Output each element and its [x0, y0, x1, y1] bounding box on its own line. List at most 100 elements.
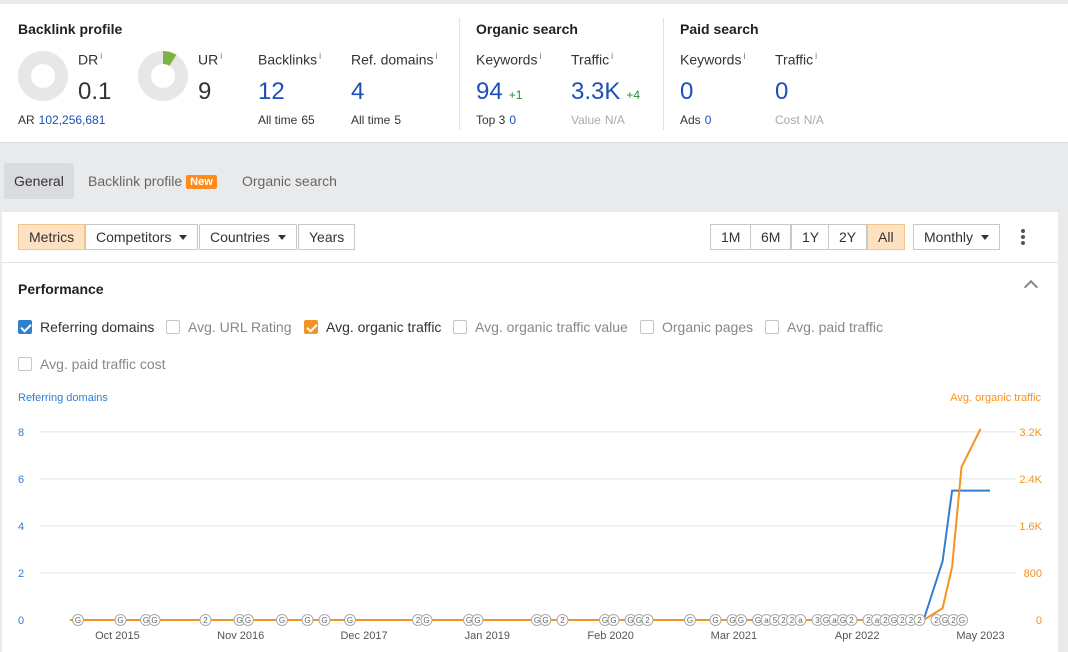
- organic-traffic-label[interactable]: Traffic i: [571, 51, 613, 68]
- right-tick-label: 3.2K: [1019, 427, 1042, 439]
- checkbox-avg-paid-traffic[interactable]: Avg. paid traffic: [765, 319, 883, 335]
- annotation-label: 2: [866, 616, 871, 625]
- range-6m-button[interactable]: 6M: [750, 224, 792, 250]
- divider: [459, 18, 460, 130]
- annotation-label: G: [321, 616, 327, 625]
- annotation-label: G: [738, 616, 744, 625]
- right-tick-label: 0: [1036, 615, 1042, 627]
- annotation-label: G: [474, 616, 480, 625]
- annotation-label: 2: [203, 616, 208, 625]
- annotation-label: G: [755, 616, 761, 625]
- checkbox-box[interactable]: [453, 320, 467, 334]
- tab-organic-search[interactable]: Organic search: [242, 163, 337, 199]
- annotation-label: G: [534, 616, 540, 625]
- checkbox-organic-pages[interactable]: Organic pages: [640, 319, 753, 335]
- backlinks-label[interactable]: Backlinks i: [258, 51, 321, 68]
- info-icon[interactable]: i: [743, 51, 745, 61]
- organic-traffic-value[interactable]: 3.3K +4: [571, 78, 640, 106]
- checkbox-avg-organic-traffic-value[interactable]: Avg. organic traffic value: [453, 319, 628, 335]
- paid-cost: Cost N/A: [775, 113, 824, 127]
- view-metrics-button[interactable]: Metrics: [18, 224, 86, 250]
- annotation-label: G: [823, 616, 829, 625]
- checkbox-box[interactable]: [640, 320, 654, 334]
- x-tick-label: May 2023: [956, 630, 1004, 642]
- left-tick-label: 0: [18, 615, 24, 627]
- chevron-down-icon: [179, 235, 188, 240]
- annotation-label: G: [942, 616, 948, 625]
- annotation-label: G: [840, 616, 846, 625]
- checkbox-avg-url-rating[interactable]: Avg. URL Rating: [166, 319, 292, 335]
- info-icon[interactable]: i: [815, 51, 817, 61]
- range-2y-button[interactable]: 2Y: [828, 224, 868, 250]
- annotation-label: G: [636, 616, 642, 625]
- annotation-label: 2: [934, 616, 939, 625]
- annotation-label: a: [875, 616, 880, 625]
- annotation-label: 2: [900, 616, 905, 625]
- dr-label[interactable]: DR i: [78, 51, 102, 68]
- annotation-label: G: [236, 616, 242, 625]
- chart-toolbar: Metrics Competitors Countries Years 1M 6…: [2, 212, 1058, 263]
- view-years-button[interactable]: Years: [298, 224, 356, 250]
- ur-label[interactable]: UR i: [198, 51, 222, 68]
- range-all-button[interactable]: All: [867, 224, 905, 250]
- organic-keywords-value[interactable]: 94 +1: [476, 78, 522, 106]
- checkbox-avg-paid-traffic-cost[interactable]: Avg. paid traffic cost: [18, 356, 166, 372]
- checkbox-box[interactable]: [765, 320, 779, 334]
- checkbox-referring-domains[interactable]: Referring domains: [18, 319, 154, 335]
- ref-domains-value[interactable]: 4: [351, 78, 364, 106]
- ur-donut: [138, 51, 188, 101]
- organic-traffic-value-metric: Value N/A: [571, 113, 625, 127]
- chevron-up-icon[interactable]: [1023, 279, 1039, 295]
- performance-chart: Referring domains Avg. organic traffic 0 2 4…: [2, 383, 1058, 652]
- info-icon[interactable]: i: [435, 51, 437, 61]
- annotation-label: 2: [951, 616, 956, 625]
- interval-select[interactable]: Monthly: [913, 224, 1001, 250]
- annotation-label: G: [891, 616, 897, 625]
- info-icon[interactable]: i: [220, 51, 222, 61]
- paid-keywords-value[interactable]: 0: [680, 78, 693, 106]
- x-tick-label: Dec 2017: [340, 630, 387, 642]
- range-1y-button[interactable]: 1Y: [791, 224, 831, 250]
- view-countries-button[interactable]: Countries: [199, 224, 297, 250]
- ar-metric: AR 102,256,681: [18, 113, 106, 127]
- paid-traffic-label[interactable]: Traffic i: [775, 51, 817, 68]
- annotation-label: G: [687, 616, 693, 625]
- annotation-label: G: [729, 616, 735, 625]
- annotation-label: G: [347, 616, 353, 625]
- annotation-label: G: [279, 616, 285, 625]
- x-tick-label: Jan 2019: [465, 630, 510, 642]
- checkbox-box[interactable]: [166, 320, 180, 334]
- tab-general[interactable]: General: [4, 163, 74, 199]
- performance-title: Performance: [18, 281, 104, 297]
- annotation-label: 3: [815, 616, 820, 625]
- annotation-label: G: [542, 616, 548, 625]
- organic-top3: Top 30: [476, 113, 517, 127]
- checkbox-avg-organic-traffic[interactable]: Avg. organic traffic: [304, 319, 441, 335]
- chevron-down-icon: [981, 235, 990, 240]
- tab-backlink-profile[interactable]: Backlink profile New: [88, 163, 217, 199]
- range-1m-button[interactable]: 1M: [710, 224, 752, 250]
- info-icon[interactable]: i: [611, 51, 613, 61]
- annotation-label: a: [832, 616, 837, 625]
- annotation-label: G: [245, 616, 251, 625]
- right-tick-label: 2.4K: [1019, 474, 1042, 486]
- info-icon[interactable]: i: [539, 51, 541, 61]
- x-tick-label: Oct 2015: [95, 630, 140, 642]
- view-competitors-button[interactable]: Competitors: [85, 224, 199, 250]
- info-icon[interactable]: i: [319, 51, 321, 61]
- info-icon[interactable]: i: [100, 51, 102, 61]
- checkbox-box[interactable]: [304, 320, 318, 334]
- paid-keywords-label[interactable]: Keywords i: [680, 51, 745, 68]
- organic-keywords-label[interactable]: Keywords i: [476, 51, 541, 68]
- annotation-label: 2: [917, 616, 922, 625]
- backlinks-value[interactable]: 12: [258, 78, 285, 106]
- paid-traffic-value[interactable]: 0: [775, 78, 788, 106]
- divider: [663, 18, 664, 130]
- ref-domains-label[interactable]: Ref. domains i: [351, 51, 437, 68]
- annotation-label: 2: [790, 616, 795, 625]
- checkbox-box[interactable]: [18, 320, 32, 334]
- checkbox-box[interactable]: [18, 357, 32, 371]
- annotation-label: G: [304, 616, 310, 625]
- paid-search-title: Paid search: [680, 21, 759, 37]
- more-options-icon[interactable]: [1021, 229, 1025, 247]
